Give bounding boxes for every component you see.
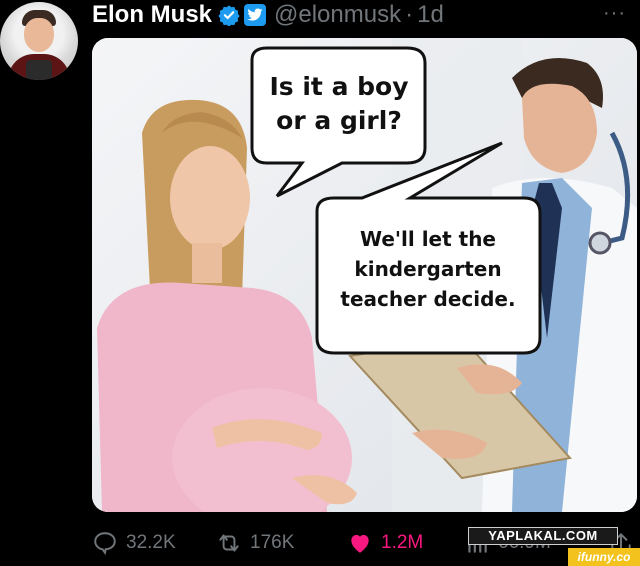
retweet-count: 176K	[250, 532, 295, 553]
verified-check-icon	[218, 5, 240, 26]
like-button[interactable]: 1.2M	[347, 526, 423, 560]
woman-face	[170, 146, 250, 250]
twitter-badge-icon	[244, 4, 267, 26]
avatar[interactable]	[0, 2, 78, 80]
reply-count: 32.2K	[126, 532, 176, 553]
watermark-yaplakal: YAPLAKAL.COM	[468, 527, 618, 545]
reply-button[interactable]: 32.2K	[92, 526, 176, 560]
author-handle[interactable]: @elonmusk	[274, 1, 401, 29]
like-count: 1.2M	[381, 532, 424, 553]
bubble-1-text: Is it a boy or a girl?	[269, 72, 409, 135]
watermark-ifunny: ifunny.co	[568, 548, 640, 566]
meme-image[interactable]: Is it a boy or a girl? We'll let the kin…	[92, 38, 637, 512]
heart-icon	[351, 534, 369, 553]
retweet-button[interactable]: 176K	[216, 526, 294, 560]
tweet-header: Elon Musk @elonmusk · 1d	[92, 0, 444, 30]
reply-icon	[94, 532, 116, 556]
bubble-2-text: We'll let the kindergarten teacher decid…	[340, 227, 516, 311]
avatar-body	[8, 54, 70, 80]
stethoscope-icon	[588, 231, 612, 255]
avatar-face	[24, 18, 54, 52]
time-separator: ·	[405, 1, 414, 28]
tweet-time[interactable]: 1d	[417, 1, 444, 29]
retweet-icon	[219, 534, 239, 552]
author-name[interactable]: Elon Musk	[92, 1, 212, 29]
more-icon[interactable]: ···	[603, 2, 626, 25]
